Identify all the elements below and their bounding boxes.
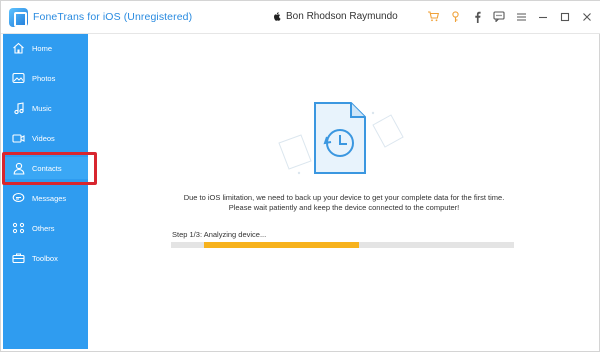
toolbox-icon	[12, 252, 25, 265]
cart-icon[interactable]	[427, 10, 439, 23]
device-selector[interactable]: Bon Rhodson Raymundo	[272, 11, 398, 22]
sidebar-item-label: Messages	[32, 193, 67, 203]
sidebar-item-music[interactable]: Music	[3, 97, 88, 119]
sidebar-item-label: Toolbox	[32, 253, 58, 263]
sidebar-item-others[interactable]: Others	[3, 217, 88, 239]
title-bar: FoneTrans for iOS (Unregistered) Bon Rho…	[1, 1, 600, 34]
progress-bar	[171, 242, 514, 248]
home-icon	[12, 42, 25, 55]
info-message-line2: Please wait patiently and keep the devic…	[228, 203, 460, 212]
sidebar-item-home[interactable]: Home	[3, 37, 88, 59]
minimize-icon[interactable]	[537, 10, 549, 23]
sidebar-item-messages[interactable]: Messages	[3, 187, 88, 209]
videos-icon	[12, 132, 25, 145]
apple-icon	[274, 12, 281, 21]
app-window: FoneTrans for iOS (Unregistered) Bon Rho…	[0, 0, 600, 352]
maximize-icon[interactable]	[559, 10, 571, 23]
backup-document-icon	[278, 102, 404, 175]
sidebar-item-photos[interactable]: Photos	[3, 67, 88, 89]
sidebar-item-label: Videos	[32, 133, 55, 143]
others-icon	[12, 222, 25, 235]
sidebar-item-label: Music	[32, 103, 52, 113]
sidebar-item-toolbox[interactable]: Toolbox	[3, 247, 88, 269]
progress-step-text: Step 1/3: Analyzing device...	[172, 230, 267, 239]
progress-bar-fill	[204, 242, 359, 248]
music-icon	[12, 101, 25, 115]
app-title: FoneTrans for iOS (Unregistered)	[33, 11, 193, 23]
main-panel: Due to iOS limitation, we need to back u…	[88, 34, 600, 349]
titlebar-controls	[427, 10, 593, 23]
sidebar-item-videos[interactable]: Videos	[3, 127, 88, 149]
photos-icon	[12, 72, 25, 85]
sidebar: Home Photos Music Videos Contacts Messag…	[3, 34, 88, 349]
close-icon[interactable]	[581, 10, 593, 23]
app-logo-icon	[9, 8, 28, 27]
facebook-icon[interactable]	[471, 10, 483, 23]
menu-icon[interactable]	[515, 10, 527, 23]
contacts-highlight-box	[2, 152, 97, 185]
key-icon[interactable]	[449, 10, 461, 23]
sidebar-item-label: Others	[32, 223, 55, 233]
sidebar-item-label: Photos	[32, 73, 56, 83]
sidebar-item-label: Home	[32, 43, 53, 53]
info-message-line1: Due to iOS limitation, we need to back u…	[183, 193, 505, 202]
messages-icon	[12, 192, 25, 205]
chat-icon[interactable]	[493, 10, 505, 23]
device-name: Bon Rhodson Raymundo	[286, 11, 398, 22]
